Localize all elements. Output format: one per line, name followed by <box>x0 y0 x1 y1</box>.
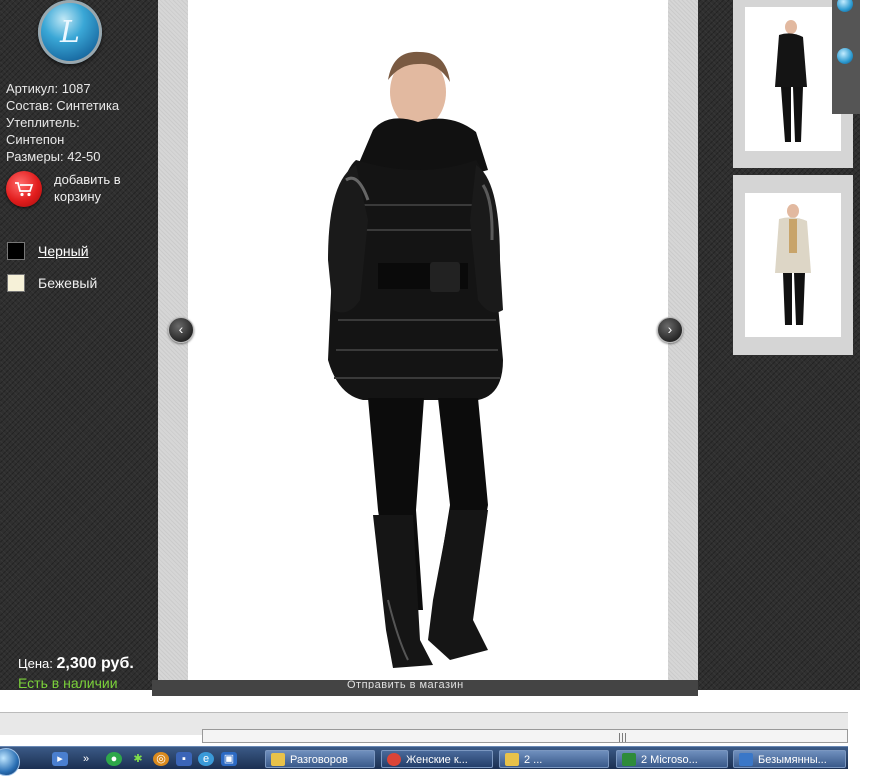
product-photo[interactable] <box>188 0 668 680</box>
quicklaunch-icon-2[interactable]: ● <box>106 752 122 766</box>
beige-coat-thumbnail[interactable] <box>745 193 841 337</box>
folder-icon <box>271 753 285 766</box>
gallery-bottom-link[interactable]: Отправить в магазин <box>347 679 464 689</box>
excel-icon <box>622 753 636 766</box>
taskbar-item-3[interactable]: 2 ... <box>499 750 609 768</box>
folder-icon-2 <box>505 753 519 766</box>
gallery-next-button[interactable]: › <box>657 317 683 343</box>
shopping-cart-icon[interactable] <box>6 171 42 207</box>
price-value: 2,300 руб. <box>56 655 134 672</box>
quicklaunch-icon-3[interactable]: ✱ <box>130 752 146 766</box>
taskbar-item-3-label: 2 ... <box>524 754 543 766</box>
gallery-prev-button[interactable]: ‹ <box>168 317 194 343</box>
chevron-right-icon[interactable]: › <box>668 321 673 337</box>
taskbar-item-5[interactable]: Безымянны... <box>733 750 846 768</box>
add-to-cart-label[interactable]: добавить в корзину <box>54 171 144 205</box>
scrollbar-grip-icon[interactable]: ||| <box>618 733 627 743</box>
chrome-icon <box>387 753 401 766</box>
chevron-left-icon[interactable]: ‹ <box>179 321 184 337</box>
insulation-label: Утеплитель: <box>6 115 80 130</box>
thumbnail-beige-image <box>775 204 811 325</box>
paint-icon <box>739 753 753 766</box>
color-options: Черный Бежевый <box>7 241 97 305</box>
horizontal-scrollbar[interactable] <box>202 729 848 743</box>
black-coat-thumbnail[interactable] <box>745 7 841 151</box>
price: Цена: 2,300 руб. <box>18 655 134 673</box>
composition: Состав: Синтетика <box>6 98 120 113</box>
side-globe-icon-2[interactable] <box>837 48 853 64</box>
taskbar-item-5-label: Безымянны... <box>758 754 827 766</box>
taskbar-item-1[interactable]: Разговоров <box>265 750 375 768</box>
article-number: Артикул: 1087 <box>6 81 91 96</box>
page-margin-corner <box>848 690 889 768</box>
color-option-beige[interactable]: Бежевый <box>7 273 97 293</box>
taskbar-item-1-label: Разговоров <box>290 754 348 766</box>
color-option-black[interactable]: Черный <box>7 241 97 261</box>
color-swatch-black[interactable] <box>7 242 25 260</box>
quicklaunch-icon-4[interactable]: ◎ <box>153 752 169 766</box>
page-margin-right <box>860 0 889 690</box>
color-swatch-beige[interactable] <box>7 274 25 292</box>
add-to-cart-button[interactable]: добавить в корзину <box>6 171 144 207</box>
color-label-beige[interactable]: Бежевый <box>38 275 97 291</box>
availability-status: Есть в наличии <box>18 675 118 691</box>
taskbar-item-4[interactable]: 2 Microso... <box>616 750 728 768</box>
quicklaunch-ie-icon[interactable]: e <box>198 752 214 766</box>
color-label-black[interactable]: Черный <box>38 243 89 259</box>
thumbnail-black-image <box>775 20 807 142</box>
product-info: Артикул: 1087 Состав: Синтетика Утеплите… <box>6 80 156 165</box>
thumbnail-beige[interactable] <box>733 175 853 355</box>
insulation-value: Синтепон <box>6 132 65 147</box>
model-black-coat-illustration <box>328 51 503 668</box>
quicklaunch-icon-5[interactable]: ▣ <box>221 752 237 766</box>
quicklaunch-icon-1[interactable]: ▸ <box>52 752 68 766</box>
quicklaunch-expand-icon[interactable]: » <box>78 752 94 766</box>
taskbar-item-4-label: 2 Microso... <box>641 754 698 766</box>
price-label: Цена: <box>18 656 53 671</box>
taskbar-item-2[interactable]: Женские к... <box>381 750 493 768</box>
brand-logo[interactable]: L <box>38 0 102 64</box>
quicklaunch-save-icon[interactable]: ▪ <box>176 752 192 766</box>
taskbar-item-2-label: Женские к... <box>406 754 468 766</box>
sizes: Размеры: 42-50 <box>6 149 101 164</box>
